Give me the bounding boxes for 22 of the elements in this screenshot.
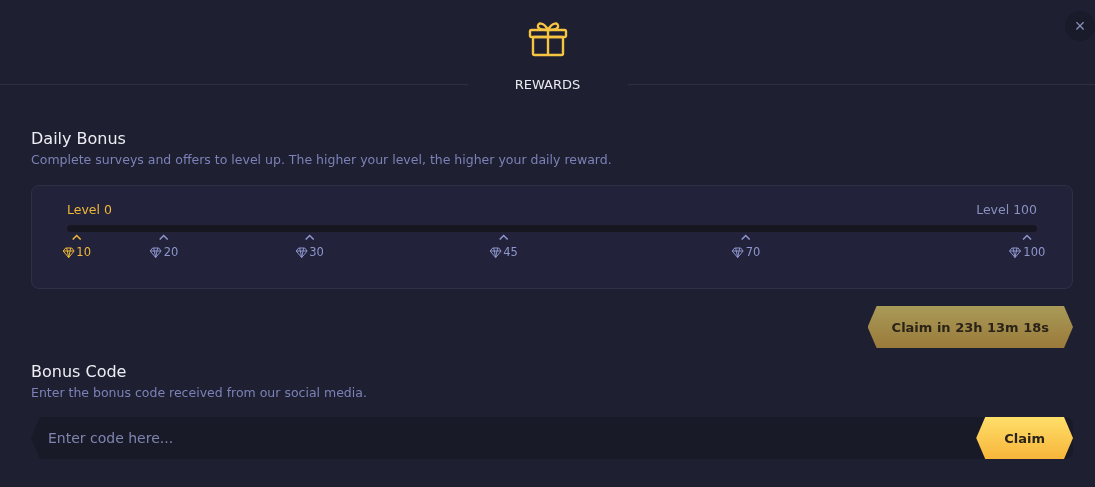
reward-amount: 70 [745,245,761,259]
diamond-icon [1009,246,1022,258]
claim-button[interactable]: Claim [976,417,1073,459]
section-title: Daily Bonus [31,129,127,148]
start-level-label: Level 0 [67,202,112,217]
reward-amount: 30 [309,245,324,259]
bonus-code-field[interactable]: Enter code here... Claim [31,417,1073,459]
diamond-icon [489,246,502,258]
section-description: Complete surveys and offers to level up. The higher your level, the higher your daily reward. [31,152,613,167]
diamond-icon [62,246,75,258]
reward-amount: 100 [1023,245,1046,259]
section-description: Enter the bonus code received from our social media. [31,385,368,400]
diamond-icon [731,246,744,258]
diamond-icon [149,246,162,258]
diamond-icon [295,246,308,258]
close-button[interactable]: × [1065,11,1095,41]
section-title: Bonus Code [31,362,128,381]
reward-amount: 20 [163,245,179,259]
reward-amount: 45 [503,245,518,259]
dialog-title: REWARDS [513,77,582,92]
reward-amount: 10 [76,245,91,259]
end-level-label: Level 100 [976,202,1037,217]
